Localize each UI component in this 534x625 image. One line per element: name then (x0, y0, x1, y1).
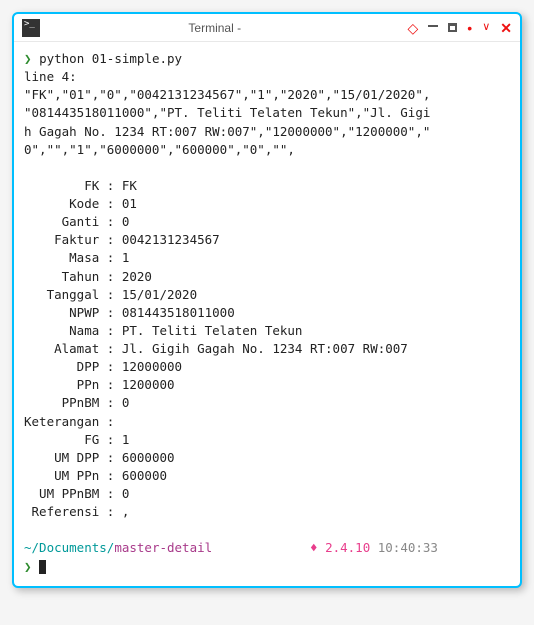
ruby-version: 2.4.10 (325, 540, 370, 555)
field-key: Referensi (24, 504, 99, 519)
ruby-icon: ♦ (310, 540, 318, 555)
dropdown-icon[interactable]: ∨ (482, 22, 490, 33)
field-val: 15/01/2020 (122, 287, 197, 302)
cursor-icon (39, 560, 46, 574)
field-val: 01 (122, 196, 137, 211)
field-val: 12000000 (122, 359, 182, 374)
output-line: "FK","01","0","0042131234567","1","2020"… (24, 87, 430, 102)
terminal-body[interactable]: ❯ python 01-simple.py line 4: "FK","01",… (14, 42, 520, 586)
cwd-path-dir: master-detail (114, 540, 212, 555)
titlebar: >_ Terminal - ◇ • ∨ ✕ (14, 14, 520, 42)
output-line: line 4: (24, 69, 77, 84)
field-val: , (122, 504, 130, 519)
output-line: "081443518011000","PT. Teliti Telaten Te… (24, 105, 430, 120)
field-key: Kode (24, 196, 99, 211)
field-key: PPnBM (24, 395, 99, 410)
field-key: FG (24, 432, 99, 447)
field-val: 1 (122, 250, 130, 265)
field-val: 0 (122, 486, 130, 501)
field-key: UM DPP (24, 450, 99, 465)
field-val: 2020 (122, 269, 152, 284)
field-key: Tahun (24, 269, 99, 284)
dot-icon[interactable]: • (467, 21, 472, 35)
maximize-icon[interactable] (448, 23, 457, 32)
prompt-symbol: ❯ (24, 559, 32, 574)
minimize-icon[interactable] (428, 25, 438, 27)
field-val: PT. Teliti Telaten Tekun (122, 323, 303, 338)
field-key: DPP (24, 359, 99, 374)
field-val: Jl. Gigih Gagah No. 1234 RT:007 RW:007 (122, 341, 408, 356)
field-key: UM PPn (24, 468, 99, 483)
field-key: Ganti (24, 214, 99, 229)
field-val: 081443518011000 (122, 305, 235, 320)
command-text: python 01-simple.py (39, 51, 182, 66)
field-key: Alamat (24, 341, 99, 356)
field-key: Nama (24, 323, 99, 338)
field-val: 0 (122, 214, 130, 229)
field-val: 600000 (122, 468, 167, 483)
field-key: NPWP (24, 305, 99, 320)
field-key: Tanggal (24, 287, 99, 302)
field-key: Keterangan (24, 414, 99, 429)
field-key: FK (24, 178, 99, 193)
field-val: 0042131234567 (122, 232, 220, 247)
output-line: h Gagah No. 1234 RT:007 RW:007","1200000… (24, 124, 430, 139)
clock-time: 10:40:33 (378, 540, 438, 555)
field-val: 0 (122, 395, 130, 410)
field-val: 1 (122, 432, 130, 447)
field-val: FK (122, 178, 137, 193)
cwd-path-home: ~/Documents/ (24, 540, 114, 555)
field-val: 1200000 (122, 377, 175, 392)
close-icon[interactable]: ✕ (500, 21, 512, 35)
window-controls: ◇ • ∨ ✕ (408, 21, 512, 35)
field-key: Faktur (24, 232, 99, 247)
output-line: 0","","1","6000000","600000","0","", (24, 142, 295, 157)
field-key: PPn (24, 377, 99, 392)
pin-icon[interactable]: ◇ (408, 21, 419, 35)
window-title: Terminal - (22, 21, 408, 35)
terminal-window: >_ Terminal - ◇ • ∨ ✕ ❯ python 01-simple… (12, 12, 522, 588)
field-val: 6000000 (122, 450, 175, 465)
prompt-symbol: ❯ (24, 51, 32, 66)
field-key: UM PPnBM (24, 486, 99, 501)
field-key: Masa (24, 250, 99, 265)
